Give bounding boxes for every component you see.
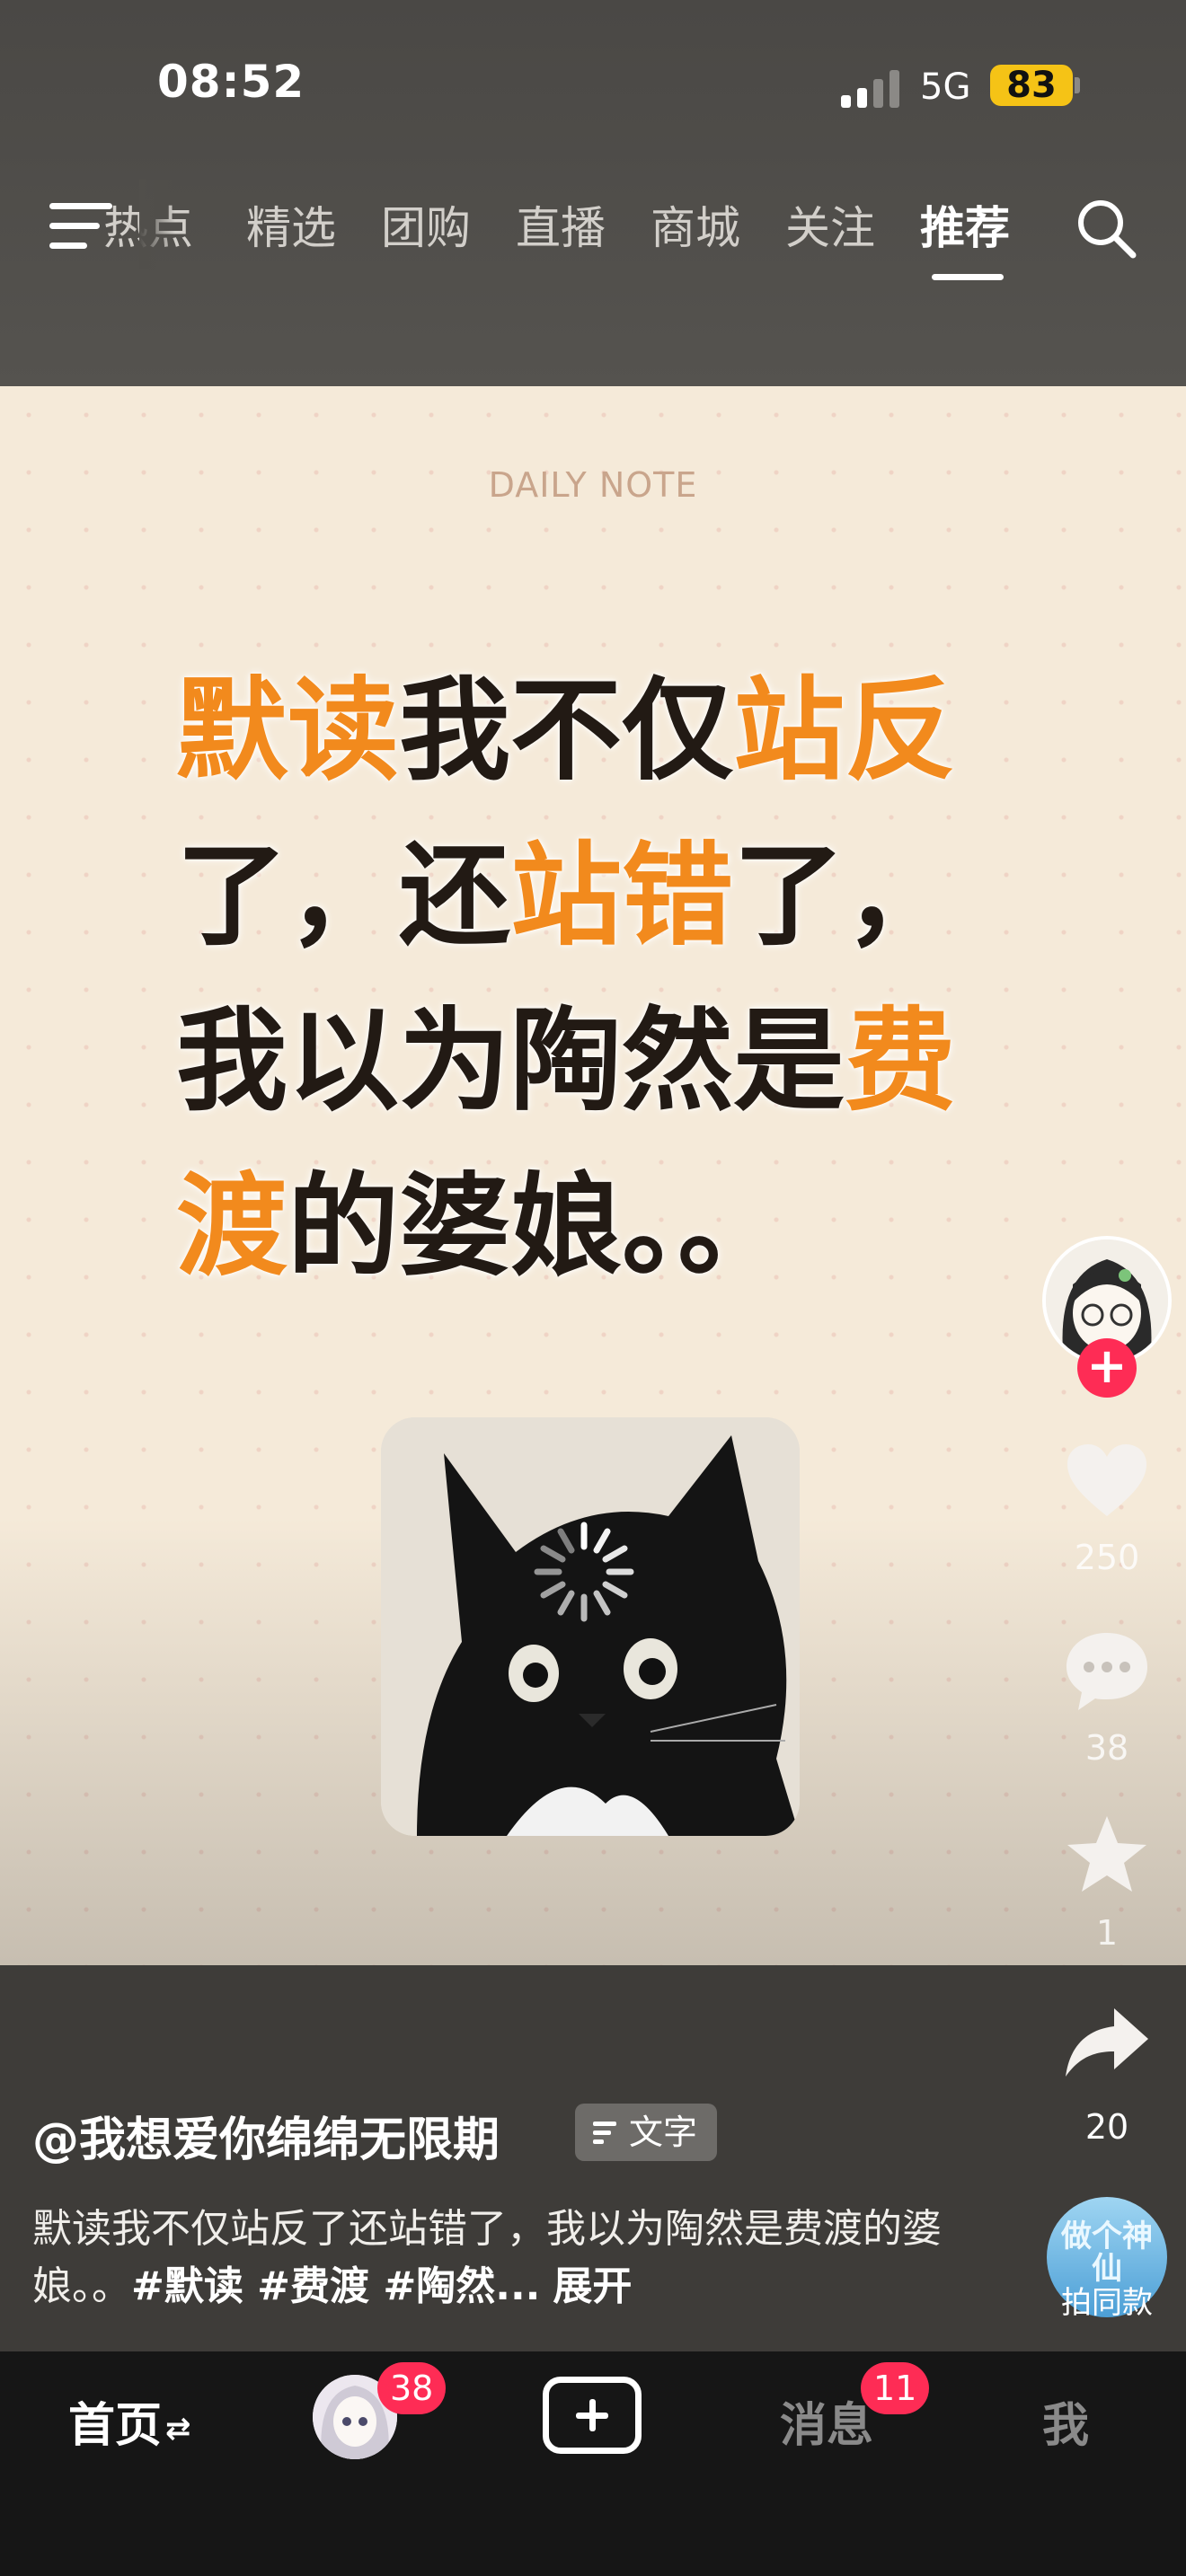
signal-icon: [841, 70, 902, 108]
friends-badge: 38: [377, 2362, 447, 2414]
swap-icon: ⇄: [165, 2411, 191, 2447]
headline-part: 站反: [733, 666, 957, 796]
headline-part: 我不仅: [399, 666, 734, 796]
same-style-label[interactable]: 拍同款: [1033, 2278, 1181, 2322]
tab-fade: [139, 180, 175, 269]
messages-badge: 11: [861, 2362, 930, 2414]
feed-tabs: 热点 精选 团购 直播 商城 关注 推荐: [103, 192, 1020, 264]
text-icon: [593, 2122, 616, 2145]
tab-mall[interactable]: 商城: [651, 192, 740, 257]
active-tab-underline: [932, 274, 1004, 280]
battery-indicator: 83: [990, 65, 1073, 106]
tab-group-buy[interactable]: 团购: [381, 192, 471, 257]
headline-part: 的婆娘。。: [288, 1162, 790, 1292]
expand-button[interactable]: 展开: [553, 2263, 632, 2309]
author-name[interactable]: @我想爱你绵绵无限期: [32, 2102, 500, 2169]
share-icon[interactable]: [1062, 1999, 1152, 2089]
comment-icon[interactable]: [1062, 1626, 1152, 1716]
battery-tip: [1075, 77, 1080, 93]
status-time: 08:52: [157, 56, 305, 108]
headline-part: 站错: [510, 832, 734, 961]
content-type-label: 文字: [629, 2113, 698, 2152]
heart-icon[interactable]: [1062, 1437, 1152, 1527]
hashtags[interactable]: #默读 #费渡 #陶然...: [131, 2263, 540, 2309]
star-icon[interactable]: [1062, 1811, 1152, 1901]
content-type-badge[interactable]: 文字: [575, 2104, 718, 2161]
like-count: 250: [1074, 1538, 1140, 1577]
tab-live[interactable]: 直播: [516, 192, 606, 257]
video-description: 默读我不仅站反了还站错了，我以为陶然是费渡的婆娘。。#默读 #费渡 #陶然...…: [32, 2201, 1003, 2316]
tab-following[interactable]: 关注: [785, 192, 875, 257]
same-style-art: 做个神仙: [1061, 2219, 1153, 2287]
headline-part: 默读: [176, 666, 400, 796]
search-icon[interactable]: [1074, 196, 1138, 260]
create-post-button[interactable]: [543, 2377, 642, 2454]
share-count: 20: [1084, 2107, 1129, 2147]
tab-recommended[interactable]: 推荐: [920, 192, 1010, 257]
follow-plus-button[interactable]: +: [1077, 1338, 1137, 1398]
nav-messages[interactable]: 消息: [780, 2387, 873, 2455]
network-type: 5G: [920, 66, 971, 108]
top-bar: 08:52 5G 83 热点 精选 团购 直播 商城 关注 推荐: [0, 0, 1186, 386]
tab-featured[interactable]: 精选: [246, 192, 336, 257]
nav-home-label: 首页: [68, 2399, 163, 2453]
video-overline: DAILY NOTE: [488, 465, 698, 505]
nav-home[interactable]: 首页 ⇄: [68, 2387, 191, 2455]
nav-me[interactable]: 我: [1042, 2387, 1089, 2455]
headline-part: 了，还: [176, 832, 511, 961]
favorite-count: 1: [1095, 1913, 1119, 1953]
comment-count: 38: [1084, 1728, 1129, 1768]
loading-spinner-icon: [534, 1522, 634, 1622]
video-headline: 默读我不仅站反了，还站错了，我以为陶然是费渡的婆娘。。: [176, 648, 1030, 1310]
